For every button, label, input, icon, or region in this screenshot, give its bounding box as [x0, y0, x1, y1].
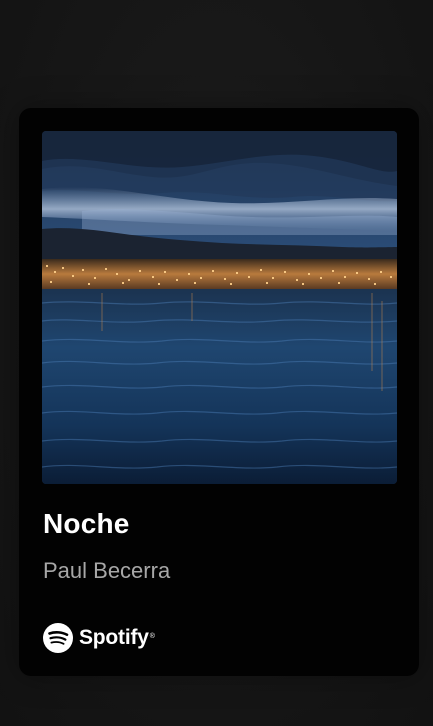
registered-mark: ® — [149, 632, 155, 640]
page-background: Noche Paul Becerra Spotify ® — [0, 0, 433, 726]
night-lake-album-art-image — [42, 131, 397, 484]
spotify-logo-icon — [43, 623, 73, 653]
spotify-wordmark: Spotify — [79, 626, 149, 649]
album-cover[interactable] — [42, 131, 397, 484]
spotify-brand-link[interactable]: Spotify ® — [43, 623, 155, 653]
track-artist[interactable]: Paul Becerra — [43, 558, 170, 584]
track-title[interactable]: Noche — [43, 508, 130, 540]
track-embed-card: Noche Paul Becerra Spotify ® — [19, 108, 419, 676]
